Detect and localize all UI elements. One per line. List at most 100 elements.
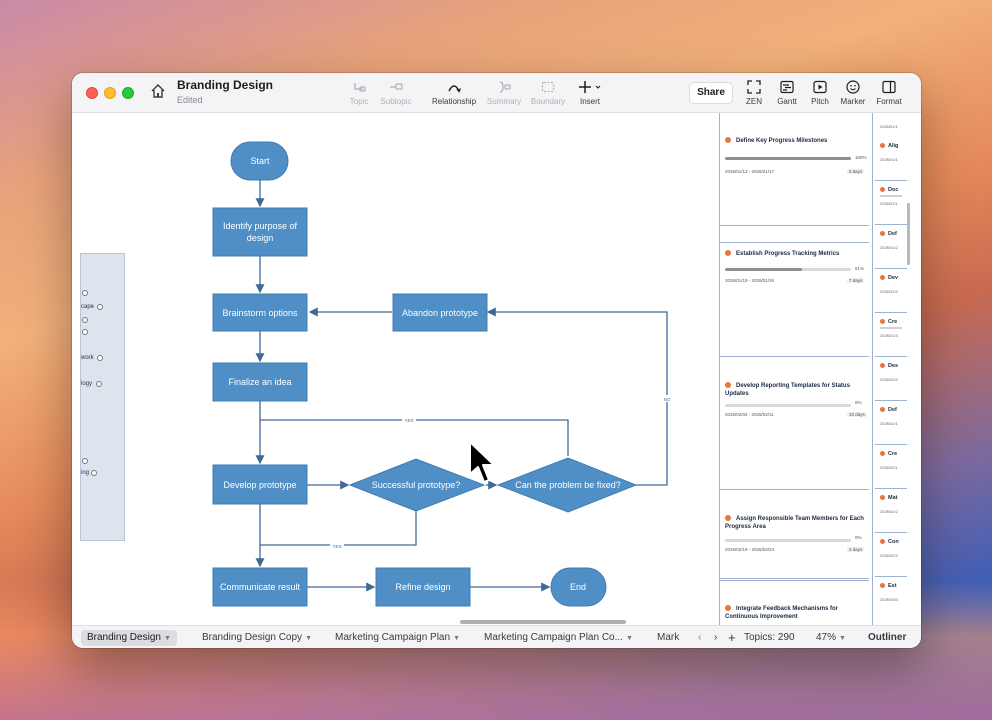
sheet-tab-marketing-campaign-plan[interactable]: Marketing Campaign Plan ▼ (335, 630, 460, 646)
gantt-task-card[interactable]: Establish Progress Tracking Metrics 61% … (719, 225, 869, 357)
task-progress-bar (725, 539, 851, 542)
task-dates: 2026/02/02 - 2026/02/11 (725, 412, 774, 417)
gantt-icon (780, 80, 794, 94)
marker-label: Marker (840, 97, 866, 106)
mini-task-title: Mat (880, 495, 897, 501)
format-label: Format (876, 97, 902, 106)
summary-label: Summary (486, 97, 522, 106)
insert-label: Insert (579, 97, 600, 106)
mini-task-date: 2026/02/1 (880, 421, 898, 426)
gantt-mini-task[interactable]: Est 2026/03/0 (875, 577, 907, 621)
mini-task-date: 2026/01/1 (880, 157, 898, 162)
develop-prototype-label: Develop prototype (223, 480, 296, 490)
gantt-task-card[interactable]: Define Key Progress Milestones 100% 2026… (719, 113, 869, 243)
gantt-mini-task[interactable]: Alig 2026/01/1 (875, 137, 907, 181)
successful-prototype-label: Successful prototype? (372, 480, 461, 490)
sheet-tab-branding-design[interactable]: Branding Design ▼ (81, 630, 177, 646)
gantt-mini-task[interactable]: Con 2026/02/2 (875, 533, 907, 577)
gantt-mini-task[interactable]: Des 2026/02/0 (875, 357, 907, 401)
smiley-icon (846, 80, 860, 94)
marker-button[interactable]: Marker (838, 79, 868, 106)
task-duration: 4 days (847, 547, 865, 552)
chevron-down-icon: ▼ (163, 635, 171, 642)
sheet-tab-branding-design-copy[interactable]: Branding Design Copy ▼ (202, 630, 312, 646)
gantt-button[interactable]: Gantt (773, 79, 801, 106)
gantt-mini-task[interactable]: Def 2026/01/2 (875, 225, 907, 269)
flowchart: Start Identify purpose of design Brainst… (212, 141, 674, 607)
summary-icon (499, 81, 511, 93)
subtopic-icon (390, 83, 403, 90)
end-node-label: End (570, 582, 586, 592)
mini-task-date: 2026/01/2 (880, 245, 898, 250)
gantt-task-card[interactable]: Assign Responsible Team Members for Each… (719, 491, 869, 579)
mini-date: 2026/01/1 (880, 124, 898, 129)
sheet-tab-label: Marketing Campaign Plan Co... (484, 632, 623, 643)
mouse-pointer-icon (469, 441, 495, 483)
gantt-mini-task[interactable]: Def 2026/02/1 (875, 401, 907, 445)
mini-task-title: Des (880, 363, 898, 369)
sheet-tab-bar: Branding Design ▼ Branding Design Copy ▼ M… (72, 625, 921, 648)
mini-task-bar (880, 195, 902, 197)
refine-design-label: Refine design (395, 582, 450, 592)
gantt-mini-task[interactable]: Doc 2026/01/1 (875, 181, 907, 225)
chevron-down-icon: ▼ (625, 635, 633, 642)
play-icon (813, 80, 827, 94)
chevron-right-icon[interactable]: › (714, 630, 717, 646)
connector-yes-top (260, 419, 569, 456)
gantt-task-card[interactable]: Develop Reporting Templates for Status U… (719, 358, 869, 490)
home-icon[interactable] (150, 83, 166, 99)
chevron-left-icon[interactable]: ‹ (698, 630, 701, 646)
share-button[interactable]: Share (689, 82, 733, 104)
mini-task-date: 2026/02/0 (880, 377, 898, 382)
zoom-dropdown[interactable]: 47% ▼ (816, 630, 846, 646)
yes-top-label: YES (404, 418, 413, 423)
outliner-button[interactable]: Outliner (868, 630, 906, 646)
task-duration: 10 days (847, 412, 867, 417)
boundary-icon (541, 81, 555, 93)
fullscreen-icon (747, 80, 761, 94)
topic-button[interactable]: Topic (346, 79, 372, 106)
pitch-button[interactable]: Pitch (808, 79, 832, 106)
add-sheet-button[interactable]: + (728, 630, 736, 646)
task-percent: 0% (855, 400, 862, 405)
sheet-tab-label: Marketing Campaign Plan (335, 632, 451, 643)
connector-yes-bottom (260, 510, 417, 546)
task-dates: 2026/01/13 - 2026/01/17 (725, 169, 775, 174)
task-duration: 7 days (847, 278, 865, 283)
canvas-horizontal-scrollbar[interactable] (460, 620, 626, 624)
zen-label: ZEN (746, 97, 762, 106)
gantt-mini-task[interactable]: Cre 2026/02/1 (875, 445, 907, 489)
sheet-tab-mark[interactable]: Mark (657, 630, 679, 646)
insert-button[interactable]: Insert (575, 79, 605, 106)
task-title: Integrate Feedback Mechanisms for Contin… (725, 605, 865, 621)
boundary-label: Boundary (530, 97, 566, 106)
zoom-window-button[interactable] (122, 87, 134, 99)
chevron-down-icon: ▼ (305, 635, 312, 642)
task-progress-bar (725, 404, 851, 407)
subtopic-button[interactable]: Subtopic (378, 79, 414, 106)
mindmap-canvas[interactable]: cape work logy ing Start Identify purpos… (80, 113, 717, 625)
minimize-window-button[interactable] (104, 87, 116, 99)
close-window-button[interactable] (86, 87, 98, 99)
relationship-button[interactable]: Relationship (428, 79, 480, 106)
summary-button[interactable]: Summary (484, 79, 524, 106)
task-dates: 2026/01/19 - 2026/01/26 (725, 278, 775, 283)
gantt-mini-task[interactable]: Cre 2026/01/3 (875, 313, 907, 357)
gantt-vertical-scrollbar[interactable] (907, 203, 910, 265)
mini-task-title: Cre (880, 319, 897, 325)
task-progress-bar (725, 157, 851, 160)
mini-task-date: 2026/02/2 (880, 509, 898, 514)
gantt-mini-task[interactable]: Mat 2026/02/2 (875, 489, 907, 533)
sidebar-panel-icon (882, 80, 896, 94)
boundary-button[interactable]: Boundary (528, 79, 568, 106)
sheet-tab-marketing-campaign-plan-copy[interactable]: Marketing Campaign Plan Co... ▼ (484, 630, 633, 646)
gantt-task-card[interactable]: Integrate Feedback Mechanisms for Contin… (719, 580, 869, 625)
task-progress-bar (725, 268, 851, 271)
mini-task-bar (880, 327, 902, 329)
gantt-mini-task[interactable]: Dev 2026/01/2 (875, 269, 907, 313)
mini-task-title: Def (880, 231, 897, 237)
gantt-panel[interactable]: Define Key Progress Milestones 100% 2026… (717, 113, 921, 625)
format-button[interactable]: Format (873, 79, 905, 106)
mini-task-title: Def (880, 407, 897, 413)
zen-button[interactable]: ZEN (742, 79, 766, 106)
